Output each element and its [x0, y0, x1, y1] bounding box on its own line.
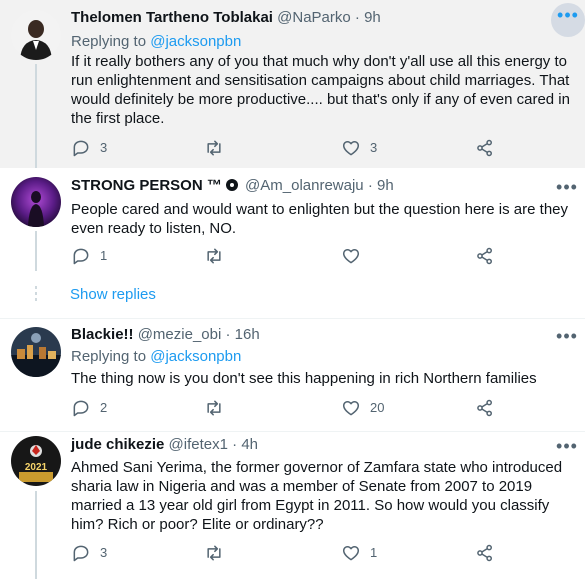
verified-icon: [225, 179, 238, 191]
display-name[interactable]: Blackie!!: [71, 326, 134, 343]
heart-icon: [342, 546, 360, 561]
show-replies-link[interactable]: Show replies: [70, 285, 156, 305]
like-count: 1: [370, 545, 378, 560]
separator: ·: [232, 436, 238, 453]
heart-icon: [342, 141, 360, 156]
tweet-3[interactable]: Blackie!! @mezie_obi · 16h ••• Replying …: [0, 318, 585, 431]
avatar[interactable]: [11, 10, 61, 60]
thread-line: [35, 231, 37, 271]
action-bar: 3 1: [71, 543, 501, 563]
reply-count: 1: [100, 248, 108, 263]
like-count: 20: [370, 400, 385, 415]
reply-count: 3: [100, 140, 108, 155]
reply-count: 2: [100, 400, 108, 415]
display-name[interactable]: STRONG PERSON ™: [71, 177, 222, 194]
timestamp[interactable]: 16h: [235, 326, 260, 343]
tweet-header: jude chikezie @ifetex1 · 4h: [71, 435, 258, 455]
reply-icon: [73, 545, 89, 562]
avatar[interactable]: 2021: [11, 436, 61, 486]
tweet-text: Ahmed Sani Yerima, the former governor o…: [71, 459, 563, 533]
more-icon[interactable]: •••: [555, 327, 579, 351]
action-bar: 3 3: [71, 138, 501, 158]
thread-dots: [35, 286, 37, 304]
action-bar: 1: [71, 246, 501, 266]
tweet-1[interactable]: Thelomen Tartheno Toblakai @NaParko · 9h…: [0, 0, 585, 168]
retweet-icon: [207, 248, 221, 264]
avatar-badge: 2021: [25, 462, 48, 473]
user-handle[interactable]: @Am_olanrewaju: [245, 177, 364, 194]
tweet-text: If it really bothers any of you that muc…: [71, 53, 570, 127]
replying-label: Replying to: [71, 33, 147, 50]
user-handle[interactable]: @ifetex1: [169, 436, 228, 453]
heart-icon: [342, 401, 360, 416]
retweet-icon: [207, 400, 221, 416]
action-bar: 2 20: [71, 398, 501, 418]
share-icon: [477, 399, 492, 417]
retweet-icon: [207, 140, 221, 156]
replying-to: Replying to @jacksonpbn: [71, 32, 241, 52]
thread-line: [35, 64, 37, 168]
user-handle[interactable]: @NaParko: [277, 9, 351, 26]
mention-link[interactable]: @jacksonpbn: [150, 33, 241, 50]
reply-count: 3: [100, 545, 108, 560]
mention-link[interactable]: @jacksonpbn: [150, 348, 241, 365]
avatar[interactable]: [11, 327, 61, 377]
separator: ·: [367, 177, 373, 194]
heart-icon: [342, 249, 360, 264]
timestamp[interactable]: 9h: [377, 177, 394, 194]
reply-icon: [73, 140, 89, 157]
replying-label: Replying to: [71, 348, 147, 365]
tweet-2[interactable]: STRONG PERSON ™ @Am_olanrewaju · 9h ••• …: [0, 168, 585, 318]
tweet-text: The thing now is you don't see this happ…: [71, 370, 537, 387]
share-icon: [477, 247, 492, 265]
separator: ·: [354, 9, 360, 26]
display-name[interactable]: jude chikezie: [71, 436, 164, 453]
replying-to: Replying to @jacksonpbn: [71, 347, 241, 367]
tweet-header: Thelomen Tartheno Toblakai @NaParko · 9h: [71, 8, 381, 28]
timestamp[interactable]: 9h: [364, 9, 381, 26]
share-icon: [477, 544, 492, 562]
avatar[interactable]: [11, 177, 61, 227]
tweet-header: STRONG PERSON ™ @Am_olanrewaju · 9h: [71, 176, 394, 196]
reply-icon: [73, 400, 89, 417]
tweet-4[interactable]: 2021 jude chikezie @ifetex1 · 4h ••• Ahm…: [0, 431, 585, 579]
separator: ·: [225, 326, 231, 343]
retweet-icon: [207, 545, 221, 561]
tweet-header: Blackie!! @mezie_obi · 16h: [71, 325, 260, 345]
like-count: 3: [370, 140, 378, 155]
share-icon: [477, 139, 492, 157]
user-handle[interactable]: @mezie_obi: [138, 326, 222, 343]
reply-icon: [73, 248, 89, 265]
tweet-text: People cared and would want to enlighten…: [71, 201, 569, 237]
thread-line: [35, 491, 37, 579]
more-icon[interactable]: •••: [551, 3, 585, 37]
timestamp[interactable]: 4h: [241, 436, 258, 453]
display-name[interactable]: Thelomen Tartheno Toblakai: [71, 9, 273, 26]
more-icon[interactable]: •••: [555, 178, 579, 202]
